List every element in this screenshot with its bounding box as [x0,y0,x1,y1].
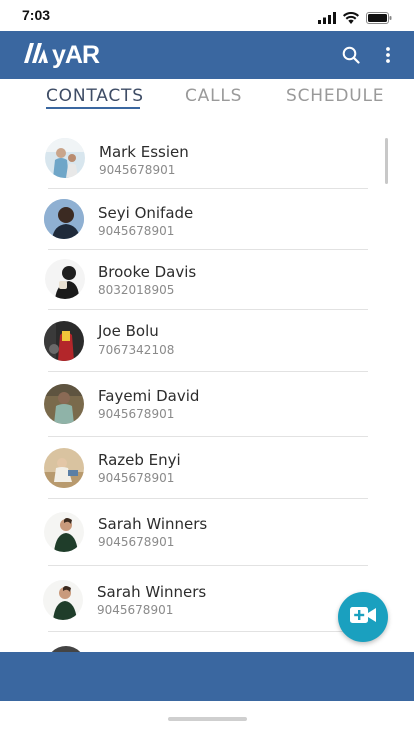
contact-name: Mark Essien [99,143,189,161]
contact-phone: 9045678901 [98,535,175,549]
contact-phone: 9045678901 [98,471,175,485]
avatar [44,512,84,552]
contact-phone: 8032018905 [98,283,175,297]
wifi-icon [343,9,359,28]
tab-contacts[interactable]: CONTACTS [46,86,144,106]
contact-list[interactable]: Mark Essien 9045678901 Seyi Onifade 9045… [0,127,414,652]
contact-name: Brooke Davis [98,263,197,281]
contact-name: Sarah Winners [97,583,207,601]
status-bar: 7:03 [0,0,414,31]
new-video-call-button[interactable] [338,592,388,642]
contact-phone: 7067342108 [98,343,175,357]
contact-name: Sarah Winners [98,515,208,533]
divider [48,249,368,250]
more-vert-icon[interactable] [376,43,400,67]
search-icon[interactable] [339,43,363,67]
logo-text: yAR [52,40,100,69]
avatar [43,580,83,620]
avatar [44,448,84,488]
signal-icon [318,9,336,28]
video-add-icon [349,605,377,629]
contact-phone: 9045678901 [98,224,175,238]
divider [48,309,368,310]
divider [48,188,368,189]
avatar [44,384,84,424]
avatar [45,138,85,178]
divider [48,631,368,632]
avatar [44,321,84,361]
status-icons [318,9,392,28]
contact-phone: 9045678901 [99,163,176,177]
active-tab-indicator [46,107,140,109]
contact-phone: 9045678901 [98,407,175,421]
tab-calls[interactable]: CALLS [185,86,242,106]
contact-phone: 9045678901 [97,603,174,617]
tab-schedule[interactable]: SCHEDULE [286,86,384,106]
contact-name: Seyi Onifade [98,204,194,222]
contact-name: Fayemi David [98,387,200,405]
contact-name: Razeb Enyi [98,451,181,469]
tab-bar: CONTACTS CALLS SCHEDULE [0,79,414,119]
status-time: 7:03 [22,7,51,23]
divider [48,371,368,372]
avatar [45,259,85,299]
divider [48,498,368,499]
bottom-bar [0,652,414,701]
divider [48,436,368,437]
contact-name: Joe Bolu [98,322,159,340]
battery-icon [366,9,392,28]
app-logo: yAR [22,40,100,70]
home-indicator[interactable] [168,717,247,721]
home-area [0,701,414,736]
scrollbar-thumb[interactable] [385,138,388,184]
avatar [44,199,84,239]
app-bar: yAR [0,31,414,79]
divider [48,565,368,566]
logo-mark-icon [22,41,50,69]
